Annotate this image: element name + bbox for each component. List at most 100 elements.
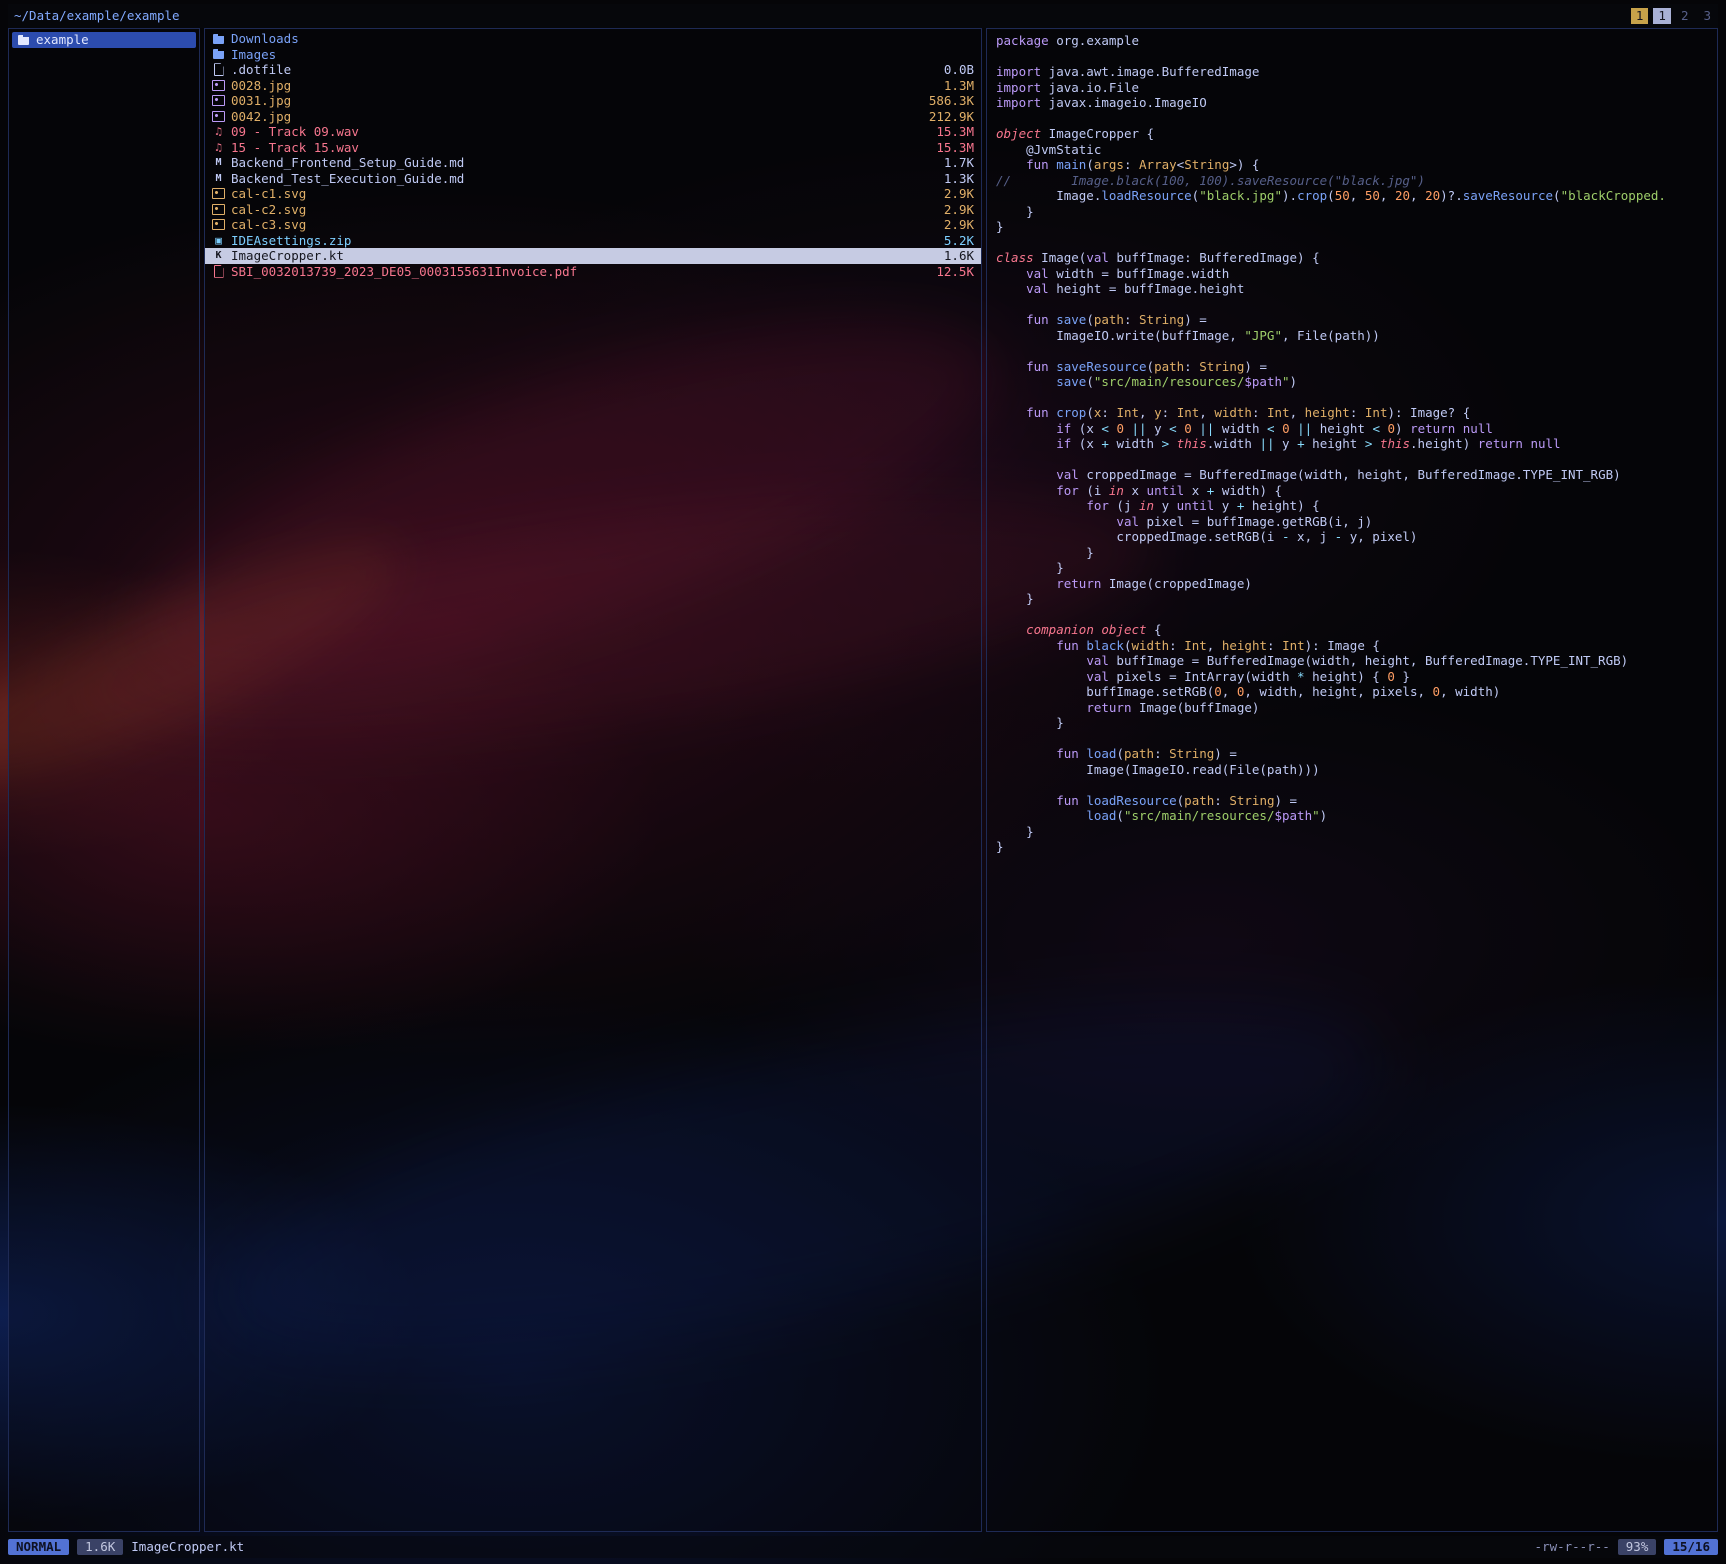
parent-item[interactable]: example bbox=[12, 32, 196, 48]
code-token: y bbox=[1147, 421, 1170, 436]
file-row[interactable]: Images bbox=[205, 47, 981, 63]
panes: example DownloadsImages.dotfile0.0B0028.… bbox=[8, 28, 1718, 1532]
file-row[interactable]: IDEAsettings.zip5.2K bbox=[205, 233, 981, 249]
file-size: 5.2K bbox=[936, 233, 974, 249]
code-token: * bbox=[1297, 669, 1305, 684]
code-line: @JvmStatic bbox=[996, 142, 1708, 158]
preview-pane: package org.example import java.awt.imag… bbox=[986, 28, 1718, 1532]
top-bar: ~/Data/example/example 1123 bbox=[8, 4, 1718, 28]
code-line: val pixels = IntArray(width * height) { … bbox=[996, 669, 1708, 685]
code-token: (j bbox=[1109, 498, 1139, 513]
file-row[interactable]: .dotfile0.0B bbox=[205, 62, 981, 78]
code-token: - bbox=[1282, 529, 1290, 544]
code-token: 0 bbox=[1433, 684, 1441, 699]
code-token: Int bbox=[1177, 405, 1200, 420]
code-token: } bbox=[996, 560, 1064, 575]
code-token: String bbox=[1139, 312, 1184, 327]
code-token: > bbox=[1162, 436, 1170, 451]
file-size: 2.9K bbox=[936, 186, 974, 202]
markdown-icon bbox=[212, 155, 225, 170]
code-token: null bbox=[1530, 436, 1560, 451]
code-token: Int bbox=[1282, 638, 1305, 653]
code-line: save("src/main/resources/$path") bbox=[996, 374, 1708, 390]
code-token: " bbox=[1282, 374, 1290, 389]
code-token: path bbox=[1154, 359, 1184, 374]
status-filename: ImageCropper.kt bbox=[131, 1539, 244, 1555]
archive-icon bbox=[212, 233, 225, 248]
code-token: : bbox=[1267, 638, 1282, 653]
image-icon bbox=[212, 78, 225, 93]
code-token: Image(croppedImage) bbox=[1101, 576, 1252, 591]
code-line: load("src/main/resources/$path") bbox=[996, 808, 1708, 824]
file-name: 15 - Track 15.wav bbox=[231, 140, 359, 156]
kotlin-icon bbox=[212, 248, 225, 263]
file-row[interactable]: Downloads bbox=[205, 31, 981, 47]
code-token: ImageCropper { bbox=[1041, 126, 1154, 141]
code-token: , bbox=[1350, 188, 1365, 203]
code-token: : bbox=[1154, 746, 1169, 761]
file-row[interactable]: 0028.jpg1.3M bbox=[205, 78, 981, 94]
code-token: + bbox=[1297, 436, 1305, 451]
file-list[interactable]: DownloadsImages.dotfile0.0B0028.jpg1.3M0… bbox=[204, 28, 982, 1532]
code-token: (x bbox=[1071, 421, 1101, 436]
cursor-position-badge: 15/16 bbox=[1664, 1539, 1718, 1555]
code-token: in bbox=[1109, 483, 1124, 498]
image-icon bbox=[212, 202, 225, 217]
code-token bbox=[996, 467, 1056, 482]
code-token bbox=[1124, 421, 1132, 436]
code-token: , bbox=[1380, 188, 1395, 203]
code-token: pixels = IntArray(width bbox=[1109, 669, 1297, 684]
file-name: cal-c1.svg bbox=[231, 186, 306, 202]
code-token: companion object bbox=[1026, 622, 1146, 637]
file-size: 1.3K bbox=[936, 171, 974, 187]
file-row[interactable]: cal-c2.svg2.9K bbox=[205, 202, 981, 218]
yazi-file-manager-window: ~/Data/example/example 1123 example Down… bbox=[0, 0, 1726, 1564]
code-token: save bbox=[1056, 312, 1086, 327]
code-line: // Image.black(100, 100).saveResource("b… bbox=[996, 173, 1708, 189]
code-token: width bbox=[1214, 405, 1252, 420]
file-row[interactable]: SBI_0032013739_2023_DE05_0003155631Invoi… bbox=[205, 264, 981, 280]
code-line bbox=[996, 235, 1708, 251]
code-token: width bbox=[1109, 436, 1162, 451]
code-line: if (x + width > this.width || y + height… bbox=[996, 436, 1708, 452]
code-line: Image(ImageIO.read(File(path))) bbox=[996, 762, 1708, 778]
file-row[interactable]: 0042.jpg212.9K bbox=[205, 109, 981, 125]
folder-icon bbox=[212, 31, 225, 46]
code-token: buffImage = BufferedImage(width, height,… bbox=[1109, 653, 1628, 668]
code-token bbox=[996, 421, 1056, 436]
file-row[interactable]: 15 - Track 15.wav15.3M bbox=[205, 140, 981, 156]
tab-1[interactable]: 1 bbox=[1631, 8, 1649, 24]
code-token bbox=[996, 436, 1056, 451]
code-token bbox=[996, 281, 1026, 296]
code-token: until bbox=[1177, 498, 1215, 513]
audio-icon bbox=[212, 124, 225, 139]
file-row[interactable]: Backend_Frontend_Setup_Guide.md1.7K bbox=[205, 155, 981, 171]
code-token: buffImage.setRGB( bbox=[996, 684, 1214, 699]
file-row[interactable]: 0031.jpg586.3K bbox=[205, 93, 981, 109]
code-token bbox=[996, 359, 1026, 374]
file-row[interactable]: 09 - Track 09.wav15.3M bbox=[205, 124, 981, 140]
code-line bbox=[996, 731, 1708, 747]
code-token bbox=[996, 669, 1086, 684]
code-token: y bbox=[1154, 498, 1177, 513]
code-line: fun loadResource(path: String) = bbox=[996, 793, 1708, 809]
tab-1[interactable]: 1 bbox=[1653, 8, 1671, 24]
code-token: 0 bbox=[1116, 421, 1124, 436]
tab-3[interactable]: 3 bbox=[1698, 8, 1716, 24]
file-row[interactable]: cal-c3.svg2.9K bbox=[205, 217, 981, 233]
tab-2[interactable]: 2 bbox=[1676, 8, 1694, 24]
code-line: fun black(width: Int, height: Int): Imag… bbox=[996, 638, 1708, 654]
file-row[interactable]: ImageCropper.kt1.6K bbox=[205, 248, 981, 264]
code-token: load bbox=[1086, 746, 1116, 761]
code-token: 20 bbox=[1425, 188, 1440, 203]
file-row[interactable]: Backend_Test_Execution_Guide.md1.3K bbox=[205, 171, 981, 187]
code-token: width) { bbox=[1214, 483, 1282, 498]
code-line: for (j in y until y + height) { bbox=[996, 498, 1708, 514]
code-line: fun crop(x: Int, y: Int, width: Int, hei… bbox=[996, 405, 1708, 421]
code-token: 0 bbox=[1214, 684, 1222, 699]
file-size: 2.9K bbox=[936, 217, 974, 233]
code-token: args bbox=[1094, 157, 1124, 172]
code-line bbox=[996, 297, 1708, 313]
file-row[interactable]: cal-c1.svg 2.9K bbox=[205, 186, 981, 202]
file-name: cal-c2.svg bbox=[231, 202, 306, 218]
